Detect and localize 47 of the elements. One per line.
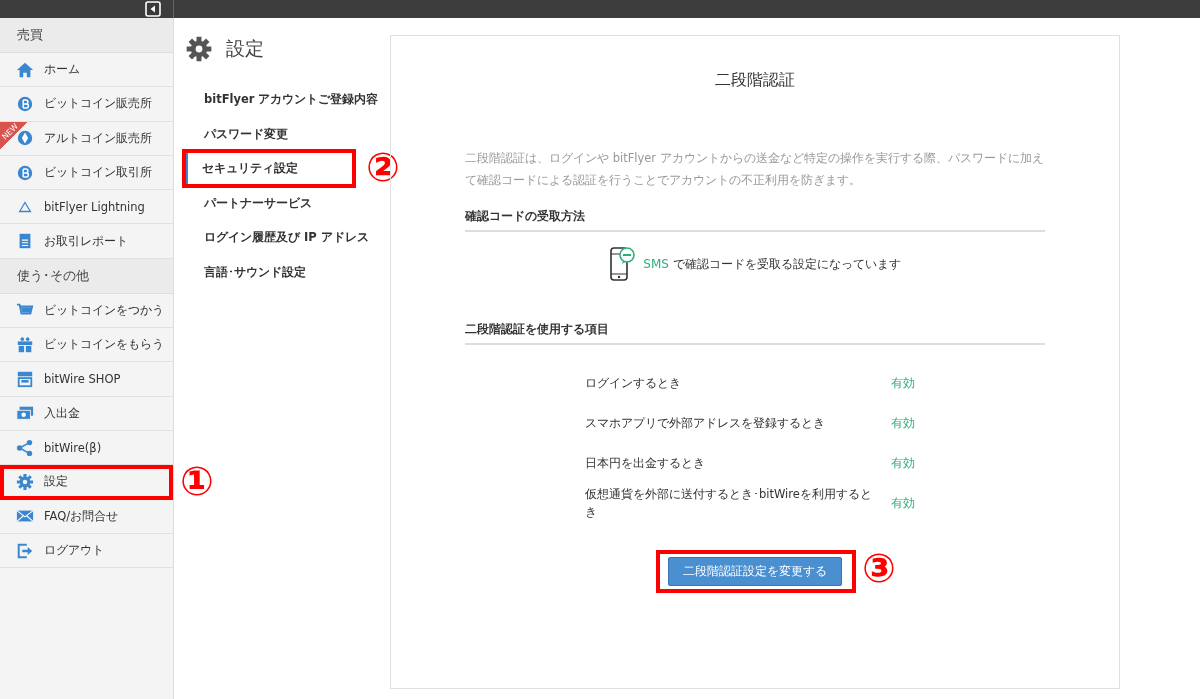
gift-icon: [16, 335, 34, 354]
settings-menu-item[interactable]: 言語･サウンド設定: [180, 254, 380, 289]
eth-icon: [16, 129, 34, 148]
sidebar-item[interactable]: ビットコイン販売所: [0, 87, 173, 122]
usage-item-label: ログインするとき: [585, 375, 682, 392]
usage-status: 有効: [891, 455, 915, 472]
sidebar-section-title: 売買: [0, 18, 173, 53]
gear-icon: [186, 36, 212, 62]
usage-status: 有効: [891, 375, 915, 392]
usage-status: 有効: [891, 415, 915, 432]
card-title: 二段階認証: [714, 70, 796, 91]
coin-icon: [16, 94, 34, 113]
sidebar-item[interactable]: ビットコイン取引所: [0, 155, 173, 191]
logout-icon: [16, 541, 34, 560]
cash-icon: [16, 404, 34, 423]
settings-menu-item[interactable]: パートナーサービス: [180, 185, 380, 220]
coin-icon: [16, 163, 34, 182]
section-heading: 確認コードの受取方法: [465, 209, 1045, 232]
sidebar-item[interactable]: bitFlyer Lightning: [0, 190, 173, 225]
usage-status: 有効: [891, 495, 915, 512]
sidebar-item[interactable]: bitWire(β): [0, 430, 173, 466]
usage-item-label: 仮想通貨を外部に送付するとき･bitWireを利用するとき: [585, 486, 873, 521]
sidebar-item[interactable]: 入出金: [0, 396, 173, 431]
phone-sms-icon: [609, 246, 636, 282]
sidebar-item[interactable]: FAQ/お問合せ: [0, 499, 173, 534]
description-text: 二段階認証は、ログインや bitFlyer アカウントからの送金など特定の操作を実行する際、パスワードに加えて確認コードによる認証を行うことでアカウントの不正利用を防ぎます。: [465, 150, 1045, 189]
sidebar-item[interactable]: お取引レポート: [0, 224, 173, 259]
callout-number: ③: [862, 548, 896, 588]
settings-menu-item[interactable]: ログイン履歴及び IP アドレス: [180, 220, 380, 255]
callout-number: ①: [180, 461, 214, 502]
sidebar-item[interactable]: ログアウト: [0, 533, 173, 569]
home-icon: [16, 60, 34, 79]
usage-item-label: スマホアプリで外部アドレスを登録するとき: [585, 415, 826, 432]
sidebar-item[interactable]: ビットコインをもらう: [0, 328, 173, 363]
usage-item-label: 日本円を出金するとき: [585, 455, 706, 472]
page-title: 設定: [226, 36, 264, 61]
sidebar-item[interactable]: bitWire SHOP: [0, 362, 173, 397]
sidebar-item[interactable]: ホーム: [0, 53, 173, 88]
share-icon: [16, 438, 34, 457]
collapse-sidebar-icon[interactable]: [145, 1, 161, 17]
section-heading: 二段階認証を使用する項目: [465, 322, 1045, 345]
settings-menu-item[interactable]: bitFlyer アカウントご登録内容: [180, 82, 380, 117]
sidebar-section-title: 使う･その他: [0, 258, 173, 294]
sms-status-text: SMS で確認コードを受取る設定になっています: [643, 255, 901, 273]
shop-icon: [16, 370, 34, 388]
sidebar-item[interactable]: ビットコインをつかう: [0, 293, 173, 329]
gear-icon: [16, 472, 34, 491]
